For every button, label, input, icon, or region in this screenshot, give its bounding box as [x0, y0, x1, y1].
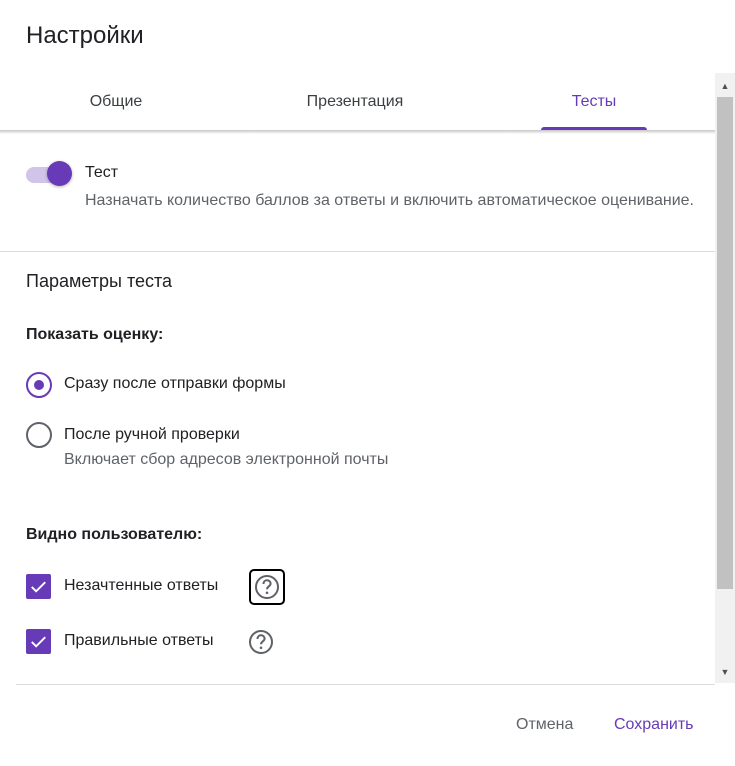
radio-manual-review-label: После ручной проверки	[64, 426, 240, 443]
quiz-options-title: Параметры теста	[26, 271, 173, 291]
tab-bar-divider	[0, 130, 715, 134]
toggle-thumb	[47, 161, 72, 186]
scroll-down-arrow-icon[interactable]: ▼	[715, 663, 735, 681]
respondent-can-see-heading: Видно пользователю:	[26, 526, 203, 543]
scroll-up-arrow-icon[interactable]: ▲	[715, 77, 735, 95]
quiz-mode-toggle[interactable]	[26, 160, 74, 188]
scrollbar[interactable]: ▲ ▼	[715, 73, 735, 683]
check-icon	[31, 636, 46, 648]
release-grade-heading: Показать оценку:	[26, 326, 164, 343]
tab-general[interactable]: Общие	[36, 72, 196, 130]
tab-bar: Общие Презентация Тесты	[0, 72, 715, 132]
save-button[interactable]: Сохранить	[612, 712, 696, 738]
tab-quizzes[interactable]: Тесты	[514, 72, 674, 130]
checkbox-correct-answers-label: Правильные ответы	[64, 632, 214, 649]
quiz-mode-description: Назначать количество баллов за ответы и …	[85, 192, 694, 209]
radio-immediately-label: Сразу после отправки формы	[64, 375, 286, 392]
checkbox-missed-questions[interactable]	[26, 574, 51, 599]
quiz-mode-label: Тест	[85, 164, 119, 181]
dialog-title: Настройки	[26, 22, 144, 49]
checkbox-correct-answers[interactable]	[26, 629, 51, 654]
radio-manual-review-sublabel: Включает сбор адресов электронной почты	[64, 451, 389, 468]
radio-immediately-after-submit[interactable]	[26, 372, 52, 398]
help-circle-icon[interactable]	[249, 569, 285, 605]
section-divider	[0, 251, 715, 252]
cancel-button[interactable]: Отмена	[514, 712, 575, 738]
help-circle-icon[interactable]	[245, 626, 277, 658]
check-icon	[31, 581, 46, 593]
radio-after-manual-review[interactable]	[26, 422, 52, 448]
footer-divider	[16, 684, 715, 685]
tab-presentation[interactable]: Презентация	[275, 72, 435, 130]
scrollbar-thumb[interactable]	[717, 97, 733, 589]
checkbox-missed-questions-label: Незачтенные ответы	[64, 577, 219, 594]
